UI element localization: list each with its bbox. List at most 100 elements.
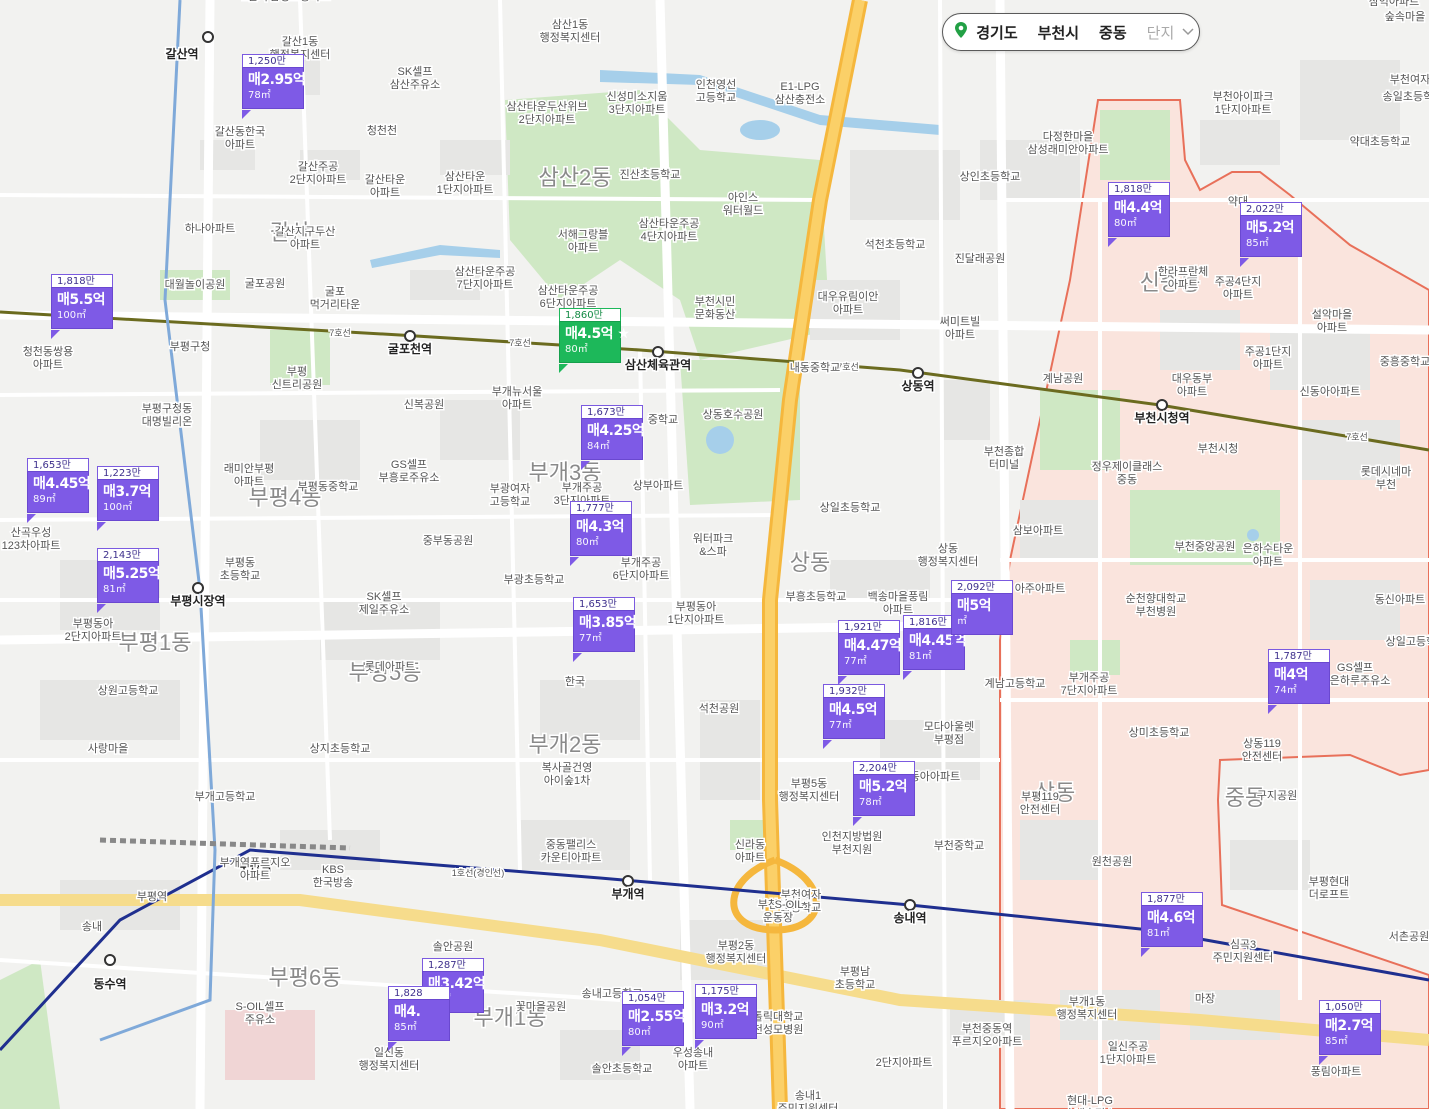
price-per-unit: 1,787만 xyxy=(1268,649,1330,662)
unit-area: 84㎡ xyxy=(587,441,610,452)
place-label: 풍림아파트 xyxy=(1311,1065,1362,1078)
price-marker[interactable]: 1,653만 매4.45억 89㎡ xyxy=(27,458,91,523)
price-marker[interactable]: 2,143만 매5.25억 81㎡ xyxy=(97,548,161,613)
price-marker[interactable]: 1,932만매4.5억 77㎡ xyxy=(823,684,885,749)
marker-body: 매5.25억 81㎡ xyxy=(97,561,161,603)
price-marker[interactable]: 2,022만 매5.2억 85㎡ xyxy=(1240,202,1302,267)
price-marker[interactable]: 1,175만 매3.2억 90㎡ xyxy=(695,984,757,1049)
place-label: 상지초등학교 xyxy=(310,742,371,755)
price-marker[interactable]: 1,653만 매3.85억 77㎡ xyxy=(573,597,637,662)
price-marker[interactable]: 1,818만 매4.4억 80㎡ xyxy=(1108,182,1170,247)
price-marker[interactable]: 2,204만 매5.2억 78㎡ xyxy=(853,761,915,826)
unit-area: 77㎡ xyxy=(829,720,852,731)
station-label: 삼산체육관역 xyxy=(625,357,691,372)
price-marker[interactable]: 2,092만 매5억 ㎡ xyxy=(951,580,1013,645)
place-label: 부흥초등학교 xyxy=(786,589,847,603)
unit-area: 80㎡ xyxy=(628,1027,651,1038)
place-label: 아주아파트 xyxy=(1015,582,1066,595)
place-label: 계남공원 xyxy=(1043,372,1083,385)
price-marker[interactable]: 1,673만 매4.25억 84㎡ xyxy=(581,405,645,470)
place-label: 신복공원 xyxy=(404,398,444,411)
marker-body: 매4.25억 84㎡ xyxy=(581,418,645,460)
place-label: 갈산타운 아파트 xyxy=(365,172,405,199)
station-label: 부평시장역 xyxy=(170,593,225,608)
marker-body: 매4.5억 77㎡ xyxy=(823,697,885,739)
place-label: 삼보아파트 xyxy=(1013,524,1064,537)
chevron-down-icon xyxy=(1182,28,1194,36)
unit-area: 80㎡ xyxy=(576,537,599,548)
place-label: 부평구청 xyxy=(170,340,210,353)
unit-area: 78㎡ xyxy=(859,797,882,808)
place-label: 상원고등학교 xyxy=(98,684,159,697)
place-label: 중흥중학교 xyxy=(1380,354,1429,368)
place-label: 부광초등학교 xyxy=(504,573,565,586)
place-label: 숲속마을 xyxy=(1385,10,1425,23)
place-label: 송일초등학교 xyxy=(1383,89,1429,103)
place-label: 한국 xyxy=(565,675,585,688)
unit-area: 81㎡ xyxy=(1147,928,1170,939)
unit-area: 89㎡ xyxy=(33,494,56,505)
place-label: 석천공원 xyxy=(699,701,739,715)
sale-price: 매3.85억 xyxy=(579,615,637,631)
price-per-unit: 1,223만 xyxy=(97,466,159,479)
breadcrumb-city[interactable]: 부천시 xyxy=(1028,22,1089,43)
place-label: 현대-LPG송내충전소 xyxy=(1065,1094,1116,1109)
marker-body: 매4.5억 ★ 80㎡ xyxy=(559,321,630,363)
price-marker[interactable]: 1,787만 매4억 74㎡ xyxy=(1268,649,1330,714)
marker-body: 매4.6억 81㎡ xyxy=(1141,905,1203,947)
place-label: 부천여자 xyxy=(1390,72,1429,86)
sale-price: 매4.45억 xyxy=(33,476,91,492)
price-marker[interactable]: 1,054만 매2.55억 80㎡ xyxy=(622,991,686,1056)
place-label: 갈산주공 2단지아파트 xyxy=(290,159,347,186)
price-marker[interactable]: 1,877만 매4.6억 81㎡ xyxy=(1141,892,1203,957)
sale-price: 매5.25억 xyxy=(103,566,161,582)
marker-body: 매2.7억 85㎡ xyxy=(1319,1013,1381,1055)
place-label: 부천시민 문화동산 xyxy=(695,294,735,321)
marker-body: 매4.45억 89㎡ xyxy=(27,471,91,513)
place-label: S-OIL xyxy=(775,899,804,911)
place-label: 부천중동역 푸르지오아파트 xyxy=(952,1021,1023,1048)
price-marker[interactable]: 1,818만 매5.5억 100㎡ xyxy=(51,274,113,339)
price-per-unit: 1,054만 xyxy=(622,991,684,1004)
place-label: 솔안초등학교 xyxy=(592,1062,653,1075)
price-marker[interactable]: 1,921만 매4.47억 77㎡ xyxy=(838,620,902,685)
place-label: 상일고등학교 xyxy=(1386,634,1429,648)
unit-area: 80㎡ xyxy=(565,344,588,355)
sale-price: 매4.5억 xyxy=(829,702,878,718)
place-label: 석천초등학교 xyxy=(865,237,926,251)
price-marker[interactable]: 1,828 매4. 85㎡ xyxy=(388,986,450,1051)
price-marker[interactable]: 1,250만 매2.95억 78㎡ xyxy=(242,54,306,119)
unit-area: 85㎡ xyxy=(1325,1036,1348,1047)
price-per-unit: 1,287만 xyxy=(422,958,484,971)
price-marker[interactable]: 1,777만 매4.3억 80㎡ xyxy=(570,501,632,566)
map-canvas[interactable]: 삼산2동갈산부평4동부개3동부평1동부평5동부개2동상동신중동중동부평6동부개1… xyxy=(0,0,1429,1109)
place-label: 구지공원 xyxy=(1257,789,1297,802)
station-label: 송내역 xyxy=(893,910,926,925)
price-per-unit: 1,828 xyxy=(388,986,450,999)
price-marker[interactable]: 1,223만 매3.7억 100㎡ xyxy=(97,466,159,531)
place-label: 상부아파트 xyxy=(633,479,684,492)
place-label: 마장 xyxy=(1195,992,1215,1005)
price-per-unit: 1,932만 xyxy=(823,684,885,697)
breadcrumb-complex-label: 단지 xyxy=(1146,23,1175,42)
breadcrumb-province[interactable]: 경기도 xyxy=(955,21,1028,43)
unit-area: 90㎡ xyxy=(701,1020,724,1031)
sale-price: 매4.47억 xyxy=(844,638,902,654)
place-label: 청천천 xyxy=(367,123,397,137)
place-label: 동아아파트 xyxy=(910,770,961,783)
price-marker[interactable]: 1,050만 매2.7억 85㎡ xyxy=(1319,1000,1381,1065)
station-label: 갈산역 xyxy=(165,46,198,61)
place-label: 2단지아파트 xyxy=(876,1056,933,1069)
sale-price: 매5억 xyxy=(957,598,992,614)
subway-line-label: 1호선(경인선) xyxy=(452,867,504,878)
unit-area: 81㎡ xyxy=(909,651,932,662)
sale-price: 매3.7억 xyxy=(103,484,152,500)
breadcrumb-district[interactable]: 중동 xyxy=(1089,22,1137,43)
station-label: 부천시청역 xyxy=(1134,410,1189,425)
unit-area: 74㎡ xyxy=(1274,685,1297,696)
price-per-unit: 1,653만 xyxy=(573,597,635,610)
price-per-unit: 1,050만 xyxy=(1319,1000,1381,1013)
marker-body: 매5억 ㎡ xyxy=(951,593,1013,635)
breadcrumb-complex[interactable]: 단지 xyxy=(1137,22,1205,43)
price-marker[interactable]: 1,860만 매4.5억 ★ 80㎡ xyxy=(559,308,630,373)
